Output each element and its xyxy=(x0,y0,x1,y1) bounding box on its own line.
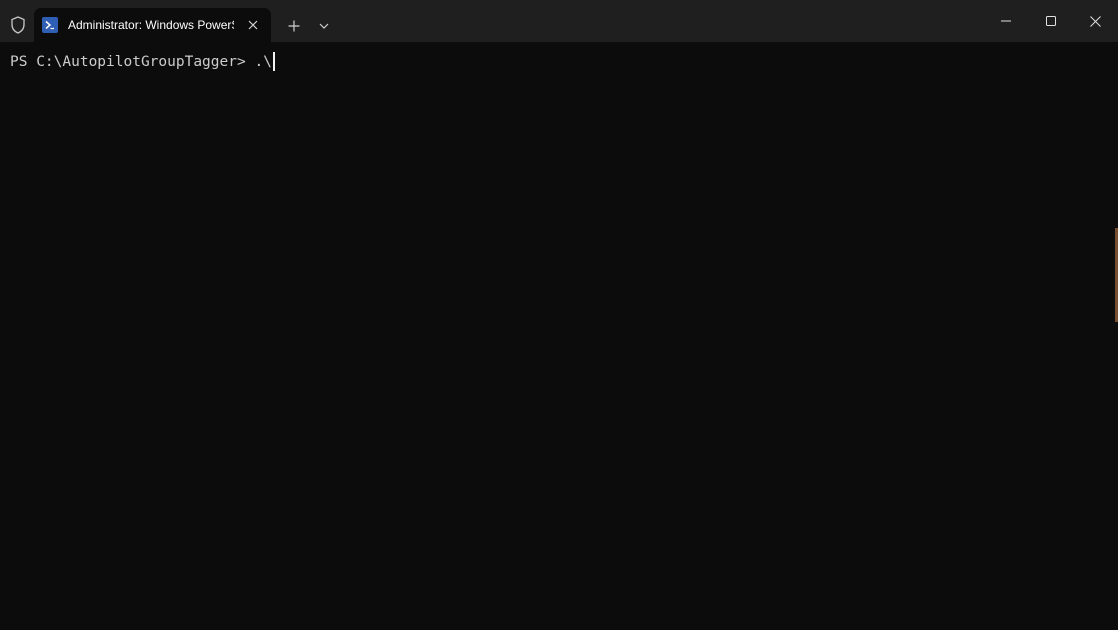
prompt-text: PS C:\AutopilotGroupTagger> xyxy=(10,53,255,70)
tab-title: Administrator: Windows PowerShell xyxy=(68,18,234,32)
window-controls xyxy=(983,0,1118,42)
scrollbar[interactable] xyxy=(1114,42,1118,630)
text-cursor xyxy=(272,52,275,71)
title-bar[interactable]: Administrator: Windows PowerShell xyxy=(0,0,1118,42)
minimize-icon[interactable] xyxy=(983,0,1028,42)
command-line[interactable]: PS C:\AutopilotGroupTagger> .\ xyxy=(10,52,275,71)
maximize-icon[interactable] xyxy=(1028,0,1073,42)
powershell-icon xyxy=(42,17,58,33)
close-icon[interactable] xyxy=(1073,0,1118,42)
plus-icon[interactable] xyxy=(284,16,304,36)
chevron-down-icon[interactable] xyxy=(314,16,334,36)
command-input-text: .\ xyxy=(254,53,272,70)
tab-powershell[interactable]: Administrator: Windows PowerShell xyxy=(34,8,271,42)
terminal-output[interactable]: PS C:\AutopilotGroupTagger> .\ xyxy=(0,42,1118,630)
shield-icon xyxy=(8,15,28,35)
terminal-window: Administrator: Windows PowerShell xyxy=(0,0,1118,630)
close-tab-icon[interactable] xyxy=(245,17,261,33)
